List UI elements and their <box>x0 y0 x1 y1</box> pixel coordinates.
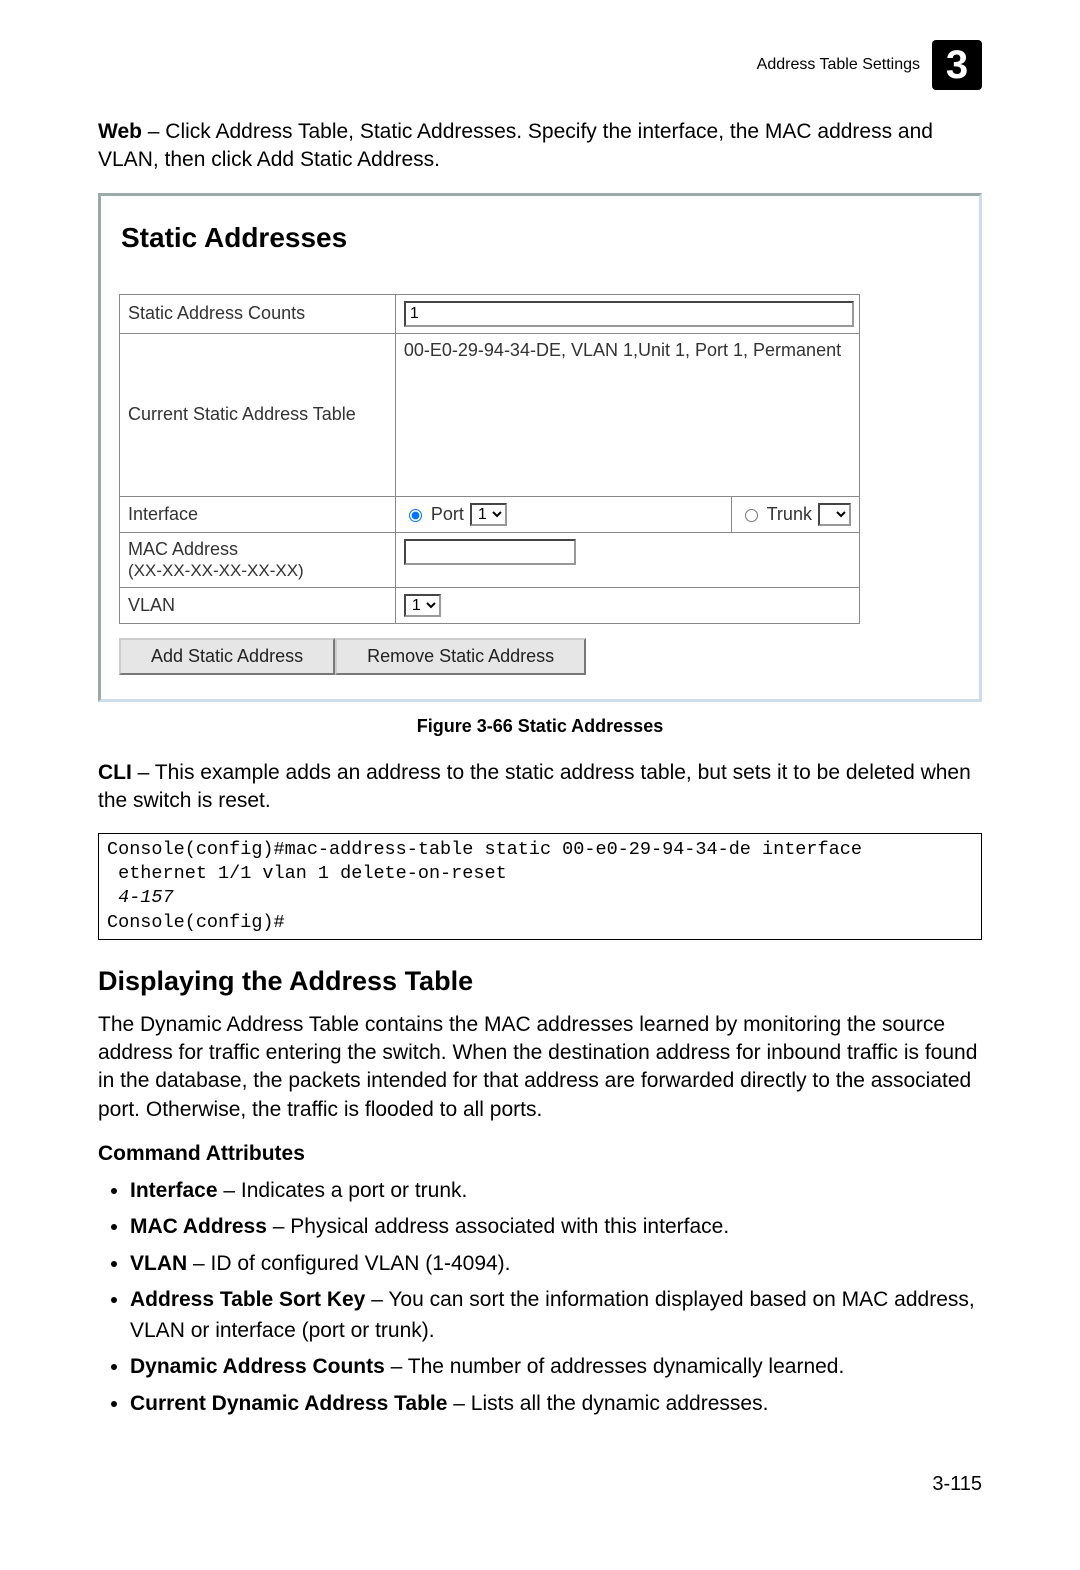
attributes-list: Interface – Indicates a port or trunk. M… <box>98 1176 982 1419</box>
static-addresses-panel: Static Addresses Static Address Counts C… <box>98 193 982 702</box>
vlan-select[interactable]: 1 <box>404 594 441 617</box>
config-table: Static Address Counts Current Static Add… <box>119 294 860 624</box>
section-paragraph: The Dynamic Address Table contains the M… <box>98 1011 982 1124</box>
list-item: Current Dynamic Address Table – Lists al… <box>130 1389 982 1419</box>
header-title: Address Table Settings <box>757 56 920 74</box>
web-instructions: Web – Click Address Table, Static Addres… <box>98 118 982 175</box>
cli-code-block: Console(config)#mac-address-table static… <box>98 833 982 939</box>
port-radio-label: Port <box>431 504 464 525</box>
list-item: Dynamic Address Counts – The number of a… <box>130 1352 982 1382</box>
trunk-select[interactable] <box>818 503 851 526</box>
list-item: Interface – Indicates a port or trunk. <box>130 1176 982 1206</box>
add-static-address-button[interactable]: Add Static Address <box>119 638 335 675</box>
current-table-label: Current Static Address Table <box>120 333 396 496</box>
static-count-label: Static Address Counts <box>120 294 396 333</box>
mac-format-hint: (XX-XX-XX-XX-XX-XX) <box>128 561 304 580</box>
table-row: Static Address Counts <box>120 294 860 333</box>
figure-caption: Figure 3-66 Static Addresses <box>98 716 982 737</box>
mac-input[interactable] <box>404 539 576 565</box>
table-row: VLAN 1 <box>120 587 860 623</box>
table-row: MAC Address (XX-XX-XX-XX-XX-XX) <box>120 532 860 587</box>
port-select[interactable]: 1 <box>470 503 507 526</box>
list-item: MAC Address – Physical address associate… <box>130 1212 982 1242</box>
trunk-radio-label: Trunk <box>767 504 812 525</box>
panel-title: Static Addresses <box>121 222 961 254</box>
list-item: VLAN – ID of configured VLAN (1-4094). <box>130 1249 982 1279</box>
vlan-label: VLAN <box>120 587 396 623</box>
page-number: 3-115 <box>98 1473 982 1496</box>
static-count-input[interactable] <box>404 301 854 327</box>
interface-label: Interface <box>120 496 396 532</box>
chapter-number-badge: 3 <box>932 40 982 90</box>
page-header: Address Table Settings 3 <box>98 40 982 90</box>
port-radio[interactable] <box>409 509 422 522</box>
cli-instructions: CLI – This example adds an address to th… <box>98 759 982 816</box>
mac-label: MAC Address <box>128 539 238 559</box>
list-item: Address Table Sort Key – You can sort th… <box>130 1285 982 1346</box>
section-heading: Displaying the Address Table <box>98 966 982 997</box>
table-row: Interface Port 1 Trunk <box>120 496 860 532</box>
remove-static-address-button[interactable]: Remove Static Address <box>335 638 586 675</box>
button-row: Add Static Address Remove Static Address <box>119 638 961 675</box>
current-table-value: 00-E0-29-94-34-DE, VLAN 1,Unit 1, Port 1… <box>395 333 859 496</box>
trunk-radio[interactable] <box>745 509 758 522</box>
table-row: Current Static Address Table 00-E0-29-94… <box>120 333 860 496</box>
command-attributes-heading: Command Attributes <box>98 1142 982 1166</box>
